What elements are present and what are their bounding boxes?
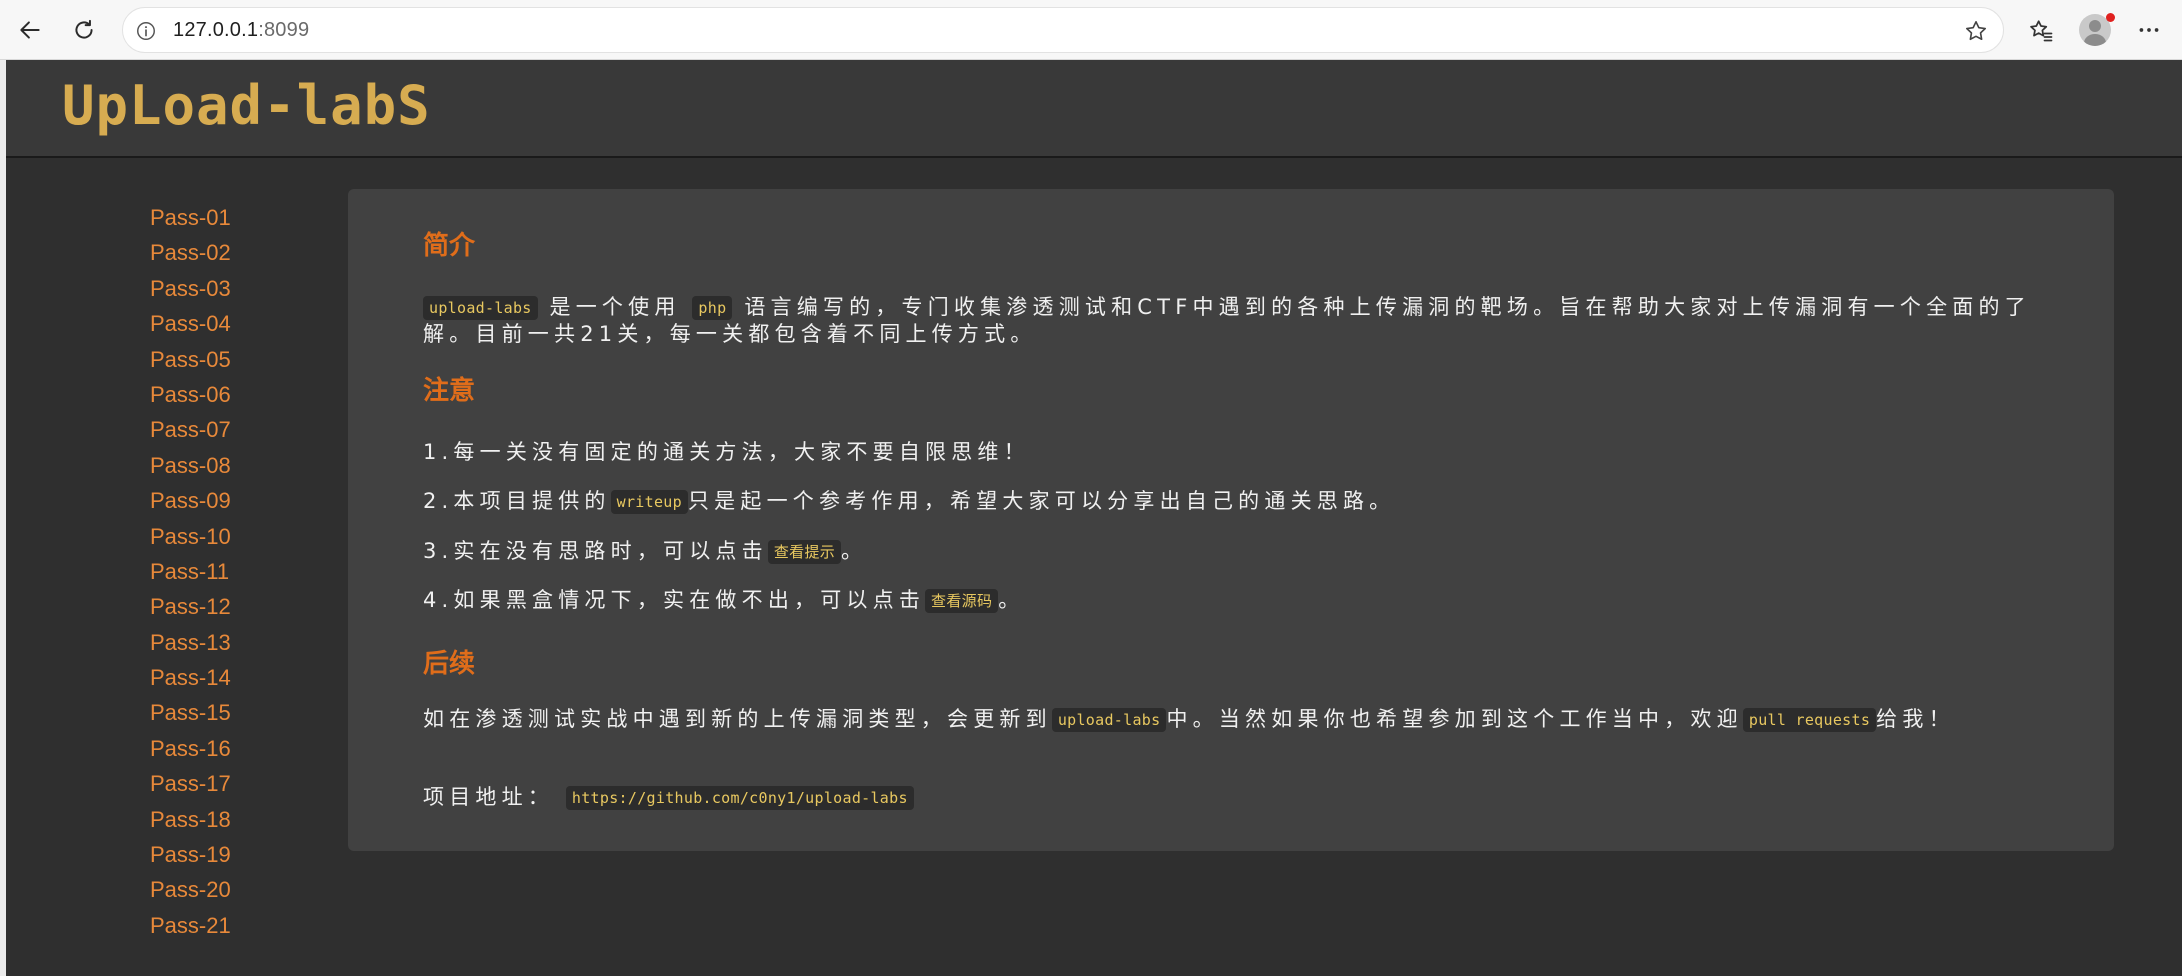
sidebar-item-pass-11[interactable]: Pass-11 [150,557,290,592]
code-upload-labs: upload-labs [423,296,538,320]
note-3-text-a: 3.实在没有思路时，可以点击 [423,539,768,563]
sidebar-item-pass-19[interactable]: Pass-19 [150,840,290,875]
address-bar[interactable]: 127.0.0.1:8099 [122,7,2004,53]
note-item-1: 1.每一关没有固定的通关方法，大家不要自限思维！ [423,440,1030,464]
sidebar-item-pass-13[interactable]: Pass-13 [150,628,290,663]
intro-text-1: 是一个使用 [549,295,681,319]
project-address-link[interactable]: https://github.com/c0ny1/upload-labs [565,786,914,810]
page-edge [0,60,6,976]
sidebar-item-pass-05[interactable]: Pass-05 [150,345,290,380]
back-button[interactable] [12,12,48,48]
sidebar-item-pass-14[interactable]: Pass-14 [150,663,290,698]
section-title-intro: 简介 [423,231,476,261]
note-2-text-b: 只是起一个参考作用，希望大家可以分享出自己的通关思路。 [687,489,1396,513]
section-title-followup: 后续 [423,649,476,679]
sidebar-item-pass-09[interactable]: Pass-09 [150,486,290,521]
intro-card: 简介 upload-labs 是一个使用 php 语言编写的，专门收集渗透测试和… [348,189,2114,851]
sidebar-item-pass-01[interactable]: Pass-01 [150,203,290,238]
sidebar-item-pass-12[interactable]: Pass-12 [150,592,290,627]
note-3-text-b: 。 [841,539,868,563]
sidebar-item-pass-17[interactable]: Pass-17 [150,769,290,804]
followup-text-a: 如在渗透测试实战中遇到新的上传漏洞类型，会更新到 [423,707,1052,731]
favorites-button[interactable] [2023,12,2059,48]
star-icon[interactable] [1961,16,1991,46]
note-item-3: 3.实在没有思路时，可以点击 查看提示。 [423,538,2033,565]
url-host: 127.0.0.1 [173,19,259,41]
sidebar-item-pass-06[interactable]: Pass-06 [150,380,290,415]
site-header: UpLoad-labS [6,60,2182,158]
url-port: :8099 [258,19,310,41]
sidebar-item-pass-18[interactable]: Pass-18 [150,805,290,840]
browser-toolbar: 127.0.0.1:8099 [0,0,2182,60]
followup-text-c: 给我！ [1876,707,1955,731]
more-button[interactable] [2131,12,2167,48]
sidebar-item-pass-07[interactable]: Pass-07 [150,415,290,450]
sidebar-item-pass-20[interactable]: Pass-20 [150,875,290,910]
sidebar-item-pass-04[interactable]: Pass-04 [150,309,290,344]
pass-sidebar: Pass-01 Pass-02 Pass-03 Pass-04 Pass-05 … [150,203,290,946]
section-title-notes: 注意 [423,376,476,406]
followup-paragraph: 如在渗透测试实战中遇到新的上传漏洞类型，会更新到 upload-labs 中。当然如… [423,706,2033,733]
project-address-line: 项目地址： https://github.com/c0ny1/upload-la… [423,784,2033,811]
intro-paragraph: upload-labs 是一个使用 php 语言编写的，专门收集渗透测试和CTF… [423,294,2033,348]
sidebar-item-pass-08[interactable]: Pass-08 [150,451,290,486]
show-hint-button[interactable]: 查看提示 [767,540,842,564]
followup-text-b: 中。当然如果你也希望参加到这个工作当中，欢迎 [1166,707,1743,731]
show-source-button[interactable]: 查看源码 [925,589,999,613]
sidebar-item-pass-02[interactable]: Pass-02 [150,238,290,273]
code-php: php [692,296,733,320]
site-info-icon[interactable] [133,18,159,44]
more-icon [2139,28,2159,32]
notification-dot [2106,13,2115,22]
refresh-icon [75,19,93,39]
code-writeup: writeup [610,490,688,514]
back-arrow-icon [20,21,40,39]
refresh-button[interactable] [66,12,102,48]
sidebar-item-pass-15[interactable]: Pass-15 [150,698,290,733]
code-upload-labs-2: upload-labs [1051,708,1167,732]
note-4-text-a: 4.如果黑盒情况下，实在做不出，可以点击 [423,588,926,612]
favorites-icon [2030,20,2053,42]
url-text[interactable]: 127.0.0.1:8099 [173,19,309,42]
page-body: UpLoad-labS Pass-01 Pass-02 Pass-03 Pass… [0,60,2182,976]
code-pull-requests: pull requests [1742,708,1877,732]
note-item-2: 2.本项目提供的 writeup 只是起一个参考作用，希望大家可以分享出自己的通关思… [423,488,2033,515]
site-logo[interactable]: UpLoad-labS [62,74,431,137]
sidebar-item-pass-16[interactable]: Pass-16 [150,734,290,769]
sidebar-item-pass-21[interactable]: Pass-21 [150,911,290,946]
project-address-label: 项目地址： [423,785,554,809]
sidebar-item-pass-10[interactable]: Pass-10 [150,522,290,557]
note-item-4: 4.如果黑盒情况下，实在做不出，可以点击 查看源码。 [423,587,2033,614]
note-4-text-b: 。 [998,588,1025,612]
sidebar-item-pass-03[interactable]: Pass-03 [150,274,290,309]
note-2-text-a: 2.本项目提供的 [423,489,611,513]
